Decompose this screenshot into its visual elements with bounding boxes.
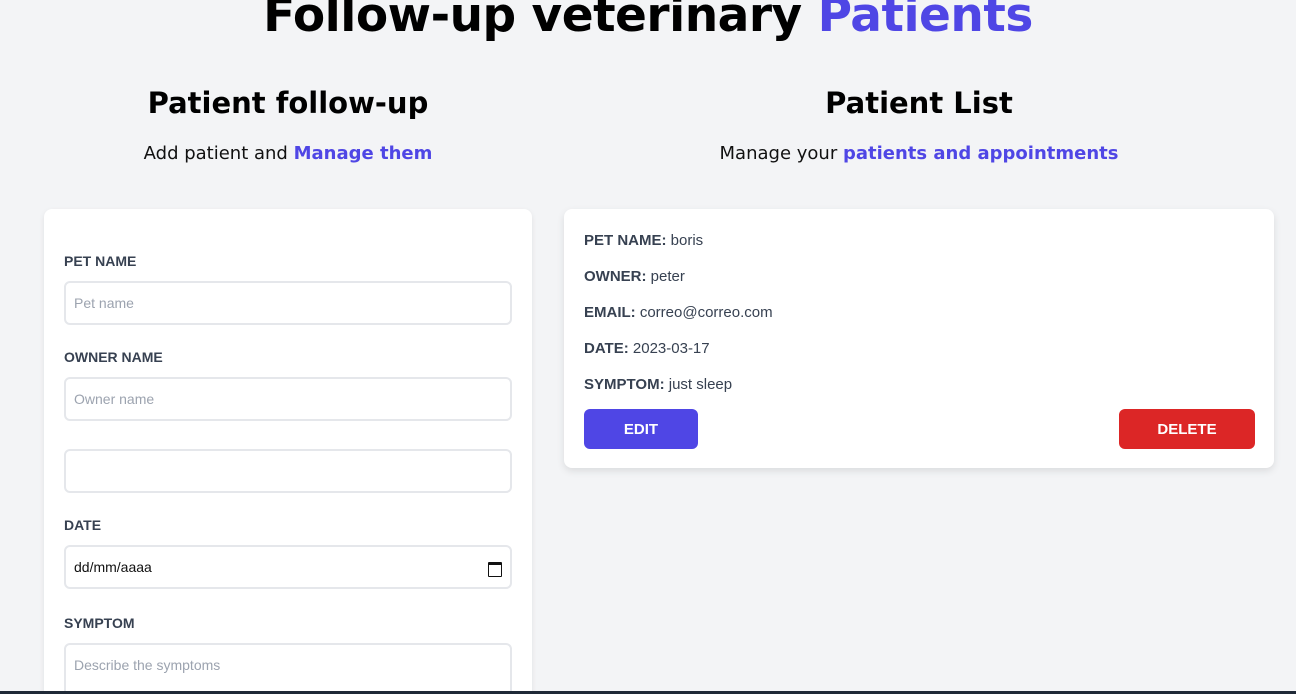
page: Follow-up veterinary Patients Patient fo… [0, 0, 1296, 694]
page-title-main: Follow-up veterinary [263, 0, 802, 43]
date-label: DATE [64, 517, 102, 533]
page-title: Follow-up veterinary Patients [0, 0, 1296, 43]
date-value: 2023-03-17 [632, 340, 710, 357]
list-subtitle-highlight: patients and appointments [842, 143, 1119, 164]
patient-card: PET NAME: boris OWNER: peter EMAIL: corr… [564, 209, 1274, 468]
symptom-textarea[interactable]: Describe the symptoms [64, 643, 512, 694]
list-subtitle-text: Manage your [719, 143, 838, 164]
email-key: EMAIL: [584, 304, 636, 321]
edit-button[interactable]: EDIT [584, 409, 698, 449]
delete-button[interactable]: DELETE [1119, 409, 1255, 449]
date-key: DATE: [584, 340, 629, 357]
list-section-subtitle: Manage your patients and appointments [564, 143, 1274, 164]
pet-name-placeholder: Pet name [74, 295, 134, 311]
symptom-placeholder: Describe the symptoms [74, 657, 221, 673]
calendar-icon[interactable] [487, 560, 502, 577]
list-section-title: Patient List [825, 86, 1013, 120]
pet-name-input[interactable]: Pet name [64, 281, 512, 325]
date-input[interactable]: dd/mm/aaaa [64, 545, 512, 589]
symptom-key: SYMPTOM: [584, 376, 665, 393]
owner-key: OWNER: [584, 268, 647, 285]
pet-name-value: boris [670, 232, 704, 249]
owner-name-placeholder: Owner name [74, 391, 155, 407]
form-section-title: Patient follow-up [147, 86, 429, 120]
form-section-header: Patient follow-up Add patient and Manage… [44, 86, 532, 164]
email-input[interactable] [64, 449, 512, 493]
patient-pet-name: PET NAME: boris [584, 232, 703, 249]
symptom-label: SYMPTOM [64, 615, 135, 631]
symptom-value: just sleep [668, 376, 733, 393]
patient-email: EMAIL: correo@correo.com [584, 304, 773, 321]
owner-name-label: OWNER NAME [64, 349, 163, 365]
email-value: correo@correo.com [639, 304, 773, 321]
patient-date: DATE: 2023-03-17 [584, 340, 710, 357]
pet-name-label: PET NAME [64, 253, 137, 269]
patient-symptom: SYMPTOM: just sleep [584, 376, 732, 393]
pet-name-key: PET NAME: [584, 232, 667, 249]
owner-name-input[interactable]: Owner name [64, 377, 512, 421]
owner-value: peter [650, 268, 685, 285]
date-input-placeholder: dd/mm/aaaa [74, 559, 152, 575]
form-subtitle-highlight: Manage them [293, 143, 433, 164]
page-title-accent: Patients [817, 0, 1034, 43]
form-section-subtitle: Add patient and Manage them [44, 143, 532, 164]
list-section-header: Patient List Manage your patients and ap… [564, 86, 1274, 164]
patient-form: PET NAME Pet name OWNER NAME Owner name … [44, 209, 532, 694]
patient-owner: OWNER: peter [584, 268, 685, 285]
form-subtitle-text: Add patient and [143, 143, 288, 164]
